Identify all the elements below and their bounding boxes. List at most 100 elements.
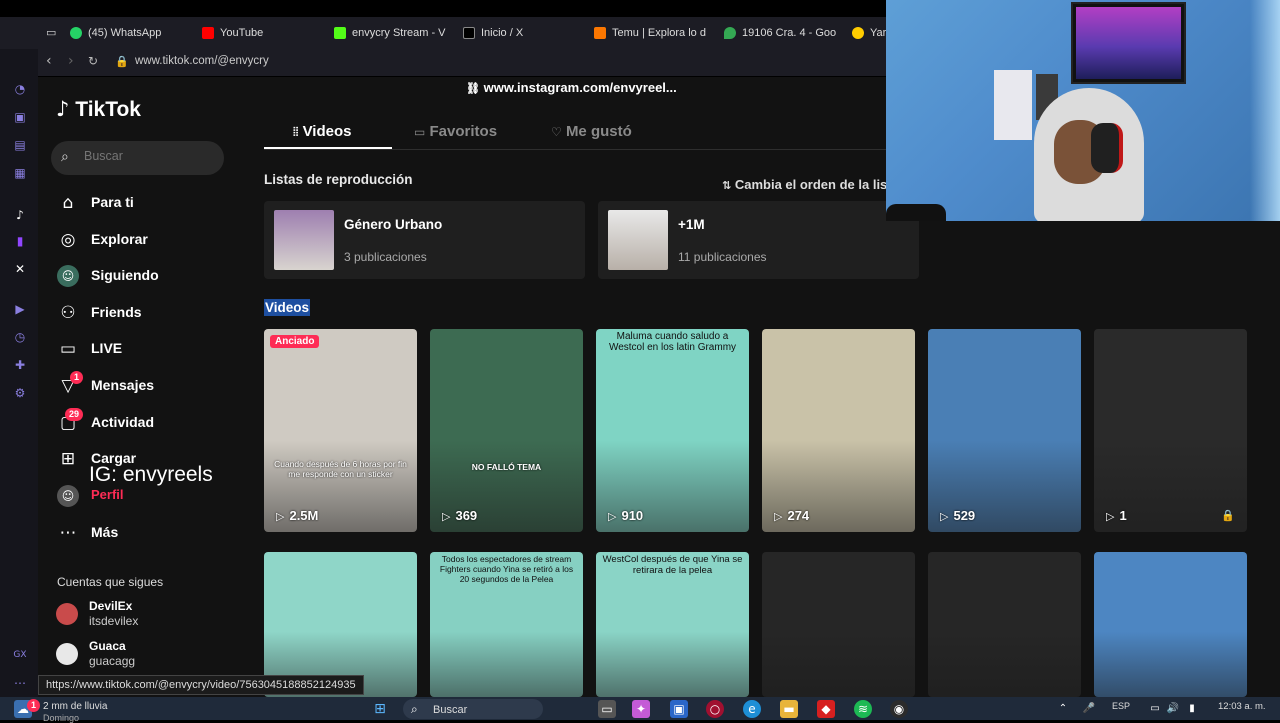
tab-x[interactable]: Inicio / X	[463, 23, 583, 43]
playlist-card[interactable]: +1M 11 publicaciones	[598, 201, 919, 279]
lang-code: ESP	[1112, 701, 1131, 711]
tab-yango[interactable]: Yar	[852, 23, 888, 43]
video-card[interactable]: ▷ 274	[762, 329, 915, 532]
nav-friends[interactable]: ⚇ Friends	[57, 300, 247, 326]
nav-para-ti[interactable]: ⌂ Para ti	[57, 190, 247, 216]
nav-siguiendo[interactable]: ☺ Siguiendo	[57, 263, 247, 289]
following-account[interactable]: DevilEx itsdevilex	[56, 599, 246, 633]
nav-mas[interactable]: ⋯ Más	[57, 520, 247, 546]
play-icon: ▷	[940, 510, 949, 523]
video-card[interactable]: WestCol después de que Yina se retirara …	[596, 552, 749, 697]
tab-bar: ▭ (45) WhatsApp YouTube envycry Stream -…	[0, 17, 890, 49]
nav-explorar[interactable]: ◎ Explorar	[57, 227, 247, 253]
spotify-icon[interactable]: ≋	[854, 700, 872, 718]
aria-icon[interactable]: ◔	[12, 81, 28, 97]
x-icon[interactable]: ✕	[12, 261, 28, 277]
nav-label: Para ti	[91, 194, 134, 210]
tab-temu[interactable]: Temu | Explora lo d	[594, 23, 706, 43]
profile-avatar-icon: ☺	[57, 485, 79, 507]
tab-whatsapp[interactable]: (45) WhatsApp	[70, 23, 190, 43]
twitch-icon[interactable]: ▮	[12, 233, 28, 249]
video-card-loading[interactable]	[762, 552, 915, 697]
network-icon[interactable]: ▭	[1146, 700, 1164, 718]
edge-icon[interactable]: e	[743, 700, 761, 718]
tiktok-logo[interactable]: ♪ TikTok	[56, 97, 141, 122]
search-box[interactable]: ⌕	[51, 141, 224, 175]
url-field[interactable]: www.tiktok.com/@envycry	[135, 55, 269, 67]
weather-text[interactable]: 2 mm de lluvia	[43, 701, 107, 712]
nav-perfil[interactable]: Perfil	[91, 487, 124, 502]
nav-perfil-avatar[interactable]: ☺	[57, 483, 79, 509]
gx-icon[interactable]: GX	[12, 647, 28, 663]
player-icon[interactable]: ▶	[12, 301, 28, 317]
app-icon[interactable]: ◆	[817, 700, 835, 718]
tab-kick[interactable]: envycry Stream - V	[334, 23, 446, 43]
webcam-overlay	[886, 0, 1280, 221]
tab-me-gusto[interactable]: ♡ Me gustó	[551, 123, 632, 140]
maps-pin-icon	[724, 27, 736, 40]
tab-videos[interactable]: ⦙⦙ Videos	[293, 123, 351, 140]
account-handle: itsdevilex	[89, 614, 139, 628]
pinned-badge: Anciado	[270, 335, 320, 348]
tab-youtube[interactable]: YouTube	[202, 23, 322, 43]
tiktok-sidebar-icon[interactable]: ♪	[12, 207, 28, 223]
video-card-private[interactable]: ▷ 1 🔒	[1094, 329, 1247, 532]
link-status-bar: https://www.tiktok.com/@envycry/video/75…	[38, 675, 364, 695]
language-indicator[interactable]: ESP	[1112, 701, 1130, 711]
video-card[interactable]: Todos los espectadores de stream Fighter…	[430, 552, 583, 697]
following-account[interactable]: Guaca guacagg	[56, 639, 246, 673]
nav-live[interactable]: ▭ LIVE	[57, 336, 247, 362]
video-card[interactable]: ▷ 529	[928, 329, 1081, 532]
video-card[interactable]	[1094, 552, 1247, 697]
obs-icon[interactable]: ◉	[890, 700, 908, 718]
playlist-card[interactable]: Género Urbano 3 publicaciones	[264, 201, 585, 279]
wall-tv	[1071, 2, 1186, 84]
video-card[interactable]: Maluma cuando saludo a Westcol en los la…	[596, 329, 749, 532]
extensions-icon[interactable]: ✚	[12, 357, 28, 373]
messenger-icon[interactable]: ▦	[12, 165, 28, 181]
opera-gx-taskbar-icon[interactable]: ○	[706, 700, 724, 718]
led-light	[1250, 0, 1280, 221]
copilot-icon[interactable]: ✦	[632, 700, 650, 718]
chair	[886, 204, 946, 221]
volume-icon[interactable]: 🔊	[1164, 700, 1182, 718]
reload-icon[interactable]: ↻	[88, 54, 98, 68]
tab-label: Favoritos	[429, 123, 498, 140]
file-explorer-icon[interactable]: ▬	[780, 700, 798, 718]
windows-start-icon[interactable]: ⊞	[371, 700, 389, 718]
search-input[interactable]	[84, 149, 214, 163]
tab-strip-icon[interactable]: ▭	[46, 23, 56, 43]
task-view-icon[interactable]: ▭	[598, 700, 616, 718]
crypto-wallet-icon[interactable]: ▣	[12, 109, 28, 125]
tab-maps[interactable]: 19106 Cra. 4 - Goo	[724, 23, 836, 43]
battery-icon[interactable]: ▮	[1183, 700, 1201, 718]
nav-label: Explorar	[91, 231, 148, 247]
nav-mensajes[interactable]: ▽ 1 Mensajes	[57, 371, 247, 399]
bio-link[interactable]: ⛓ www.instagram.com/envyreel...	[466, 80, 677, 95]
clock-time[interactable]: 12:03 a. m.	[1218, 701, 1266, 712]
grid-icon: ⦙⦙	[293, 125, 299, 139]
home-icon: ⌂	[62, 193, 74, 213]
tray-chevron-icon[interactable]: ⌃	[1054, 700, 1072, 718]
video-card[interactable]: NO FALLÓ TEMA ▷ 369	[430, 329, 583, 532]
taskbar-search[interactable]: ⌕ Buscar	[403, 699, 543, 719]
microphone-icon[interactable]: 🎤	[1080, 700, 1098, 718]
settings-icon[interactable]: ⚙	[12, 385, 28, 401]
sort-button[interactable]: ⇅ Cambia el orden de la lis	[722, 177, 888, 192]
bookmark-icon: ▭	[414, 125, 426, 139]
kick-icon	[334, 27, 346, 40]
video-card-loading[interactable]	[928, 552, 1081, 697]
nav-actividad[interactable]: ▢ 29 Actividad	[57, 408, 247, 436]
pinboard-icon[interactable]: ▤	[12, 137, 28, 153]
account-handle: guacagg	[89, 654, 136, 668]
windows-taskbar: ☁ 1 2 mm de lluvia Domingo ⊞ ⌕ Buscar ▭ …	[0, 697, 1280, 723]
forward-icon[interactable]: ›	[68, 53, 74, 69]
history-icon[interactable]: ◷	[12, 329, 28, 345]
tab-favoritos[interactable]: ▭ Favoritos	[414, 123, 497, 140]
weather-sub: Domingo	[43, 713, 80, 723]
store-icon[interactable]: ▣	[670, 700, 688, 718]
more-dots-icon: ⋯	[59, 523, 77, 543]
more-icon[interactable]: ⋯	[12, 675, 28, 691]
back-icon[interactable]: ‹	[46, 53, 52, 69]
video-card[interactable]: Anciado Cuando después de 6 horas por fi…	[264, 329, 417, 532]
